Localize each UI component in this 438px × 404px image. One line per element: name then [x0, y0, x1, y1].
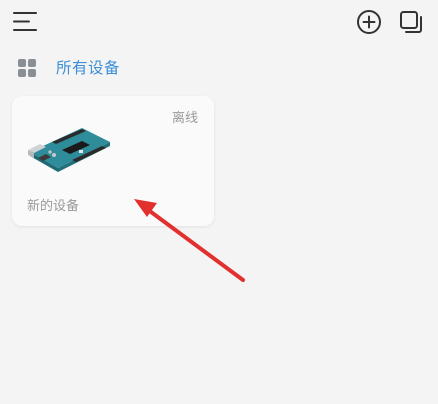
copy-icon[interactable] — [398, 9, 424, 35]
device-card[interactable]: 离线 新的设备 — [12, 96, 214, 226]
arduino-board-image — [28, 128, 110, 172]
group-tab-all-devices[interactable]: 所有设备 — [56, 56, 120, 78]
device-status-badge: 离线 — [171, 111, 198, 126]
add-device-icon[interactable] — [356, 9, 382, 35]
device-name: 新的设备 — [27, 199, 80, 214]
menu-icon[interactable] — [12, 10, 38, 34]
grid-icon[interactable] — [17, 58, 37, 78]
